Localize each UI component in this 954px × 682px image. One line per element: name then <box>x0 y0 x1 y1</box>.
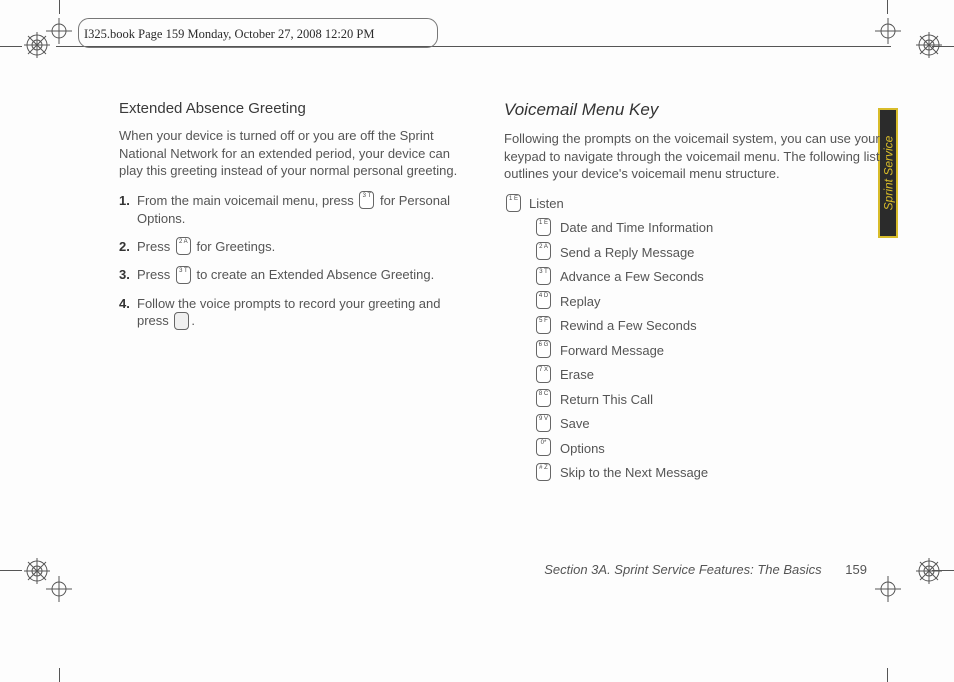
menu-item: 0* Options <box>534 439 890 457</box>
keypad-key-icon: 3 T <box>359 191 374 209</box>
step-text-pre: Press <box>137 239 174 254</box>
step-item: From the main voicemail menu, press 3 T … <box>137 192 474 228</box>
step-text-pre: Press <box>137 267 174 282</box>
menu-item: 9 V Save <box>534 415 890 433</box>
menu-item-label: Forward Message <box>560 343 664 358</box>
menu-item: 1 E Date and Time Information <box>534 219 890 237</box>
step-item: Press 2 A for Greetings. <box>137 238 474 257</box>
keypad-key-icon: 2 A <box>536 242 551 260</box>
menu-item-label: Skip to the Next Message <box>560 465 708 480</box>
steps-list: From the main voicemail menu, press 3 T … <box>119 192 474 331</box>
menu-item-label: Return This Call <box>560 392 653 407</box>
registration-mark-icon <box>916 32 942 58</box>
step-item: Follow the voice prompts to record your … <box>137 295 474 331</box>
step-text-post: . <box>191 313 195 328</box>
step-item: Press 3 T to create an Extended Absence … <box>137 266 474 285</box>
page-body: Extended Absence Greeting When your devi… <box>119 100 890 562</box>
menu-item: 5 F Rewind a Few Seconds <box>534 317 890 335</box>
menu-item-label: Advance a Few Seconds <box>560 269 704 284</box>
menu-root-label: Listen <box>529 196 564 211</box>
registration-mark-icon <box>916 558 942 584</box>
keypad-key-icon: 5 F <box>536 316 551 334</box>
step-text-pre: From the main voicemail menu, press <box>137 193 357 208</box>
keypad-key-icon: 9 V <box>536 414 551 432</box>
left-heading: Extended Absence Greeting <box>119 100 474 117</box>
keypad-key-icon: 4 D <box>536 291 551 309</box>
keypad-key-icon: 1 E <box>536 218 551 236</box>
left-intro: When your device is turned off or you ar… <box>119 127 474 180</box>
menu-item: 3 T Advance a Few Seconds <box>534 268 890 286</box>
crosshair-icon <box>875 18 901 44</box>
keypad-key-icon: 0* <box>536 438 551 456</box>
keypad-key-icon <box>174 312 189 330</box>
keypad-key-icon: 3 T <box>536 267 551 285</box>
menu-item: 6 G Forward Message <box>534 341 890 359</box>
step-text-post: for Greetings. <box>193 239 275 254</box>
menu-item-label: Save <box>560 416 590 431</box>
crosshair-icon <box>46 576 72 602</box>
menu-item: 2 A Send a Reply Message <box>534 243 890 261</box>
keypad-key-icon: 3 T <box>176 266 191 284</box>
right-heading: Voicemail Menu Key <box>504 100 890 120</box>
menu-root: 1 E Listen <box>504 195 890 213</box>
footer-page-number: 159 <box>845 562 867 577</box>
menu-item-label: Rewind a Few Seconds <box>560 318 697 333</box>
menu-item-label: Erase <box>560 367 594 382</box>
menu-items: 1 E Date and Time Information 2 A Send a Re… <box>504 219 890 482</box>
footer-section: Section 3A. Sprint Service Features: The… <box>544 562 821 577</box>
menu-item-label: Date and Time Information <box>560 220 713 235</box>
page-footer: Section 3A. Sprint Service Features: The… <box>544 562 867 577</box>
crosshair-icon <box>875 576 901 602</box>
keypad-key-icon: # Z <box>536 463 551 481</box>
header-meta-text: I325.book Page 159 Monday, October 27, 2… <box>84 27 375 42</box>
right-intro: Following the prompts on the voicemail s… <box>504 130 890 183</box>
crosshair-icon <box>46 18 72 44</box>
menu-item-label: Replay <box>560 294 600 309</box>
step-text-post: to create an Extended Absence Greeting. <box>193 267 434 282</box>
keypad-key-icon: 6 G <box>536 340 551 358</box>
menu-item-label: Send a Reply Message <box>560 245 694 260</box>
keypad-key-icon: 2 A <box>176 237 191 255</box>
keypad-key-icon: 7 X <box>536 365 551 383</box>
menu-item: 8 C Return This Call <box>534 390 890 408</box>
keypad-key-icon: 1 E <box>506 194 521 212</box>
menu-item: 4 D Replay <box>534 292 890 310</box>
menu-item: 7 X Erase <box>534 366 890 384</box>
menu-item: # Z Skip to the Next Message <box>534 464 890 482</box>
menu-item-label: Options <box>560 441 605 456</box>
keypad-key-icon: 8 C <box>536 389 551 407</box>
